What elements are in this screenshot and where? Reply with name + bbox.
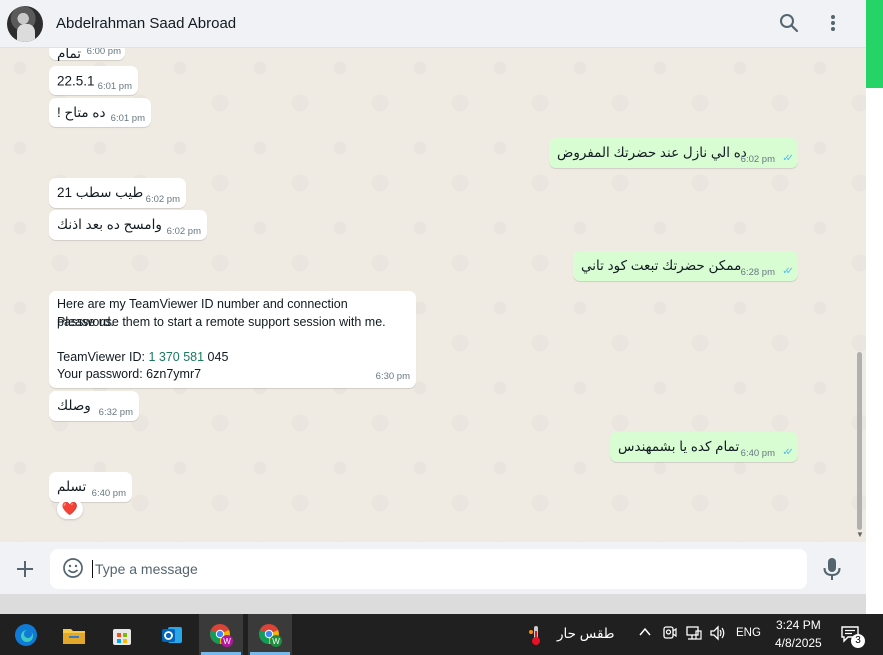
read-ticks-icon: ✓✓ [782,266,794,277]
message-text: وامسح ده بعد اذنك [57,217,162,232]
message-time: 6:01 pm [110,113,145,124]
message-composer [0,542,866,594]
chrome-profile-2-icon[interactable]: W [248,614,292,655]
chat-scrollbar[interactable] [857,352,862,530]
clock-date[interactable]: 4/8/2025 [775,636,822,650]
teamviewer-id-link[interactable]: 1 370 581 [148,350,204,364]
notification-count-badge: 3 [851,634,865,648]
menu-dots-icon[interactable] [820,10,846,36]
teamviewer-password: Your password: 6zn7ymr7 [57,367,202,381]
message-text: ممكن حضرتك تبعت كود تاني [581,258,742,273]
message-spacer [57,331,408,349]
sticker-emoji-icon[interactable] [62,557,84,579]
message-bubble[interactable]: تمام 6:00 pm [49,48,125,61]
window-bottom-band [0,594,866,614]
message-bubble-outgoing[interactable]: ده الي نازل عند حضرتك المفروض 6:02 pm ✓✓ [549,138,798,168]
message-bubble[interactable]: وامسح ده بعد اذنك 6:02 pm [49,210,207,240]
message-time: 6:30 pm [375,370,410,382]
volume-icon[interactable] [709,625,727,644]
message-time: 6:28 pm [740,267,775,278]
file-explorer-icon[interactable] [52,614,96,655]
message-text: تمام كده يا بشمهندس [618,439,740,454]
svg-text:W: W [272,637,280,646]
teamviewer-message[interactable]: Here are my TeamViewer ID number and con… [49,291,416,388]
message-text: طيب سطب 21 [57,185,144,200]
teamviewer-id-suffix: 045 [204,349,229,364]
search-icon[interactable] [776,10,802,36]
chrome-profile-icon[interactable]: W [199,614,243,655]
message-time: 6:02 pm [740,154,775,165]
text-caret [92,560,93,578]
chat-area[interactable]: تمام 6:00 pm 22.5.1 6:01 pm ده متاح ! 6:… [0,48,866,542]
outlook-icon[interactable] [150,614,194,655]
message-time: 6:02 pm [166,226,201,237]
message-time: 6:02 pm [145,194,180,205]
language-indicator[interactable]: ENG [736,627,761,639]
message-bubble[interactable]: تسلم 6:40 pm [49,472,132,502]
store-icon[interactable] [100,614,144,655]
message-time: 6:40 pm [91,488,126,499]
message-text: ده الي نازل عند حضرتك المفروض [557,145,747,160]
message-time: 6:40 pm [740,448,775,459]
message-bubble[interactable]: وصلك 6:32 pm [49,391,139,421]
chat-header: Abdelrahman Saad Abroad [0,0,866,48]
show-hidden-icons-icon[interactable] [638,625,652,642]
heart-reaction[interactable]: ❤️ [57,499,83,519]
edge-icon[interactable] [4,614,48,655]
message-time: 6:32 pm [98,407,133,418]
message-text: 22.5.1 [57,73,95,88]
message-text: ده متاح ! [57,104,106,120]
read-ticks-icon: ✓✓ [782,447,794,458]
read-ticks-icon: ✓✓ [782,153,794,164]
message-bubble[interactable]: 22.5.1 6:01 pm [49,66,138,95]
message-input[interactable] [50,549,807,589]
scroll-down-arrow-icon[interactable]: ▼ [856,530,864,539]
attach-plus-icon[interactable] [12,556,38,582]
message-text: تمام [57,48,82,61]
camera-icon[interactable] [662,625,678,644]
contact-avatar[interactable] [7,5,43,42]
message-bubble-outgoing[interactable]: تمام كده يا بشمهندس 6:40 pm ✓✓ [610,432,798,462]
weather-text[interactable]: طقس حار [557,626,615,642]
message-text: Here are my TeamViewer ID number and con… [57,297,348,329]
teamviewer-id-line: TeamViewer ID: 1 370 581 045 [57,349,408,367]
svg-text:W: W [223,637,231,646]
message-bubble[interactable]: ده متاح ! 6:01 pm [49,98,151,127]
message-time: 6:01 pm [97,81,132,92]
message-bubble[interactable]: طيب سطب 21 6:02 pm [49,178,186,208]
thermometer-icon[interactable] [528,624,544,651]
contact-name[interactable]: Abdelrahman Saad Abroad [56,15,236,32]
message-text: Please use them to start a remote suppor… [57,314,386,329]
side-strip [866,0,883,614]
taskbar: W W طقس حار ENG 3:24 PM 4/8/2025 3 [0,614,883,655]
message-time: 6:00 pm [86,48,121,57]
message-text: وصلك [57,398,91,413]
microphone-icon[interactable] [820,556,844,582]
teamviewer-id-label: TeamViewer ID: [57,349,149,364]
message-bubble-outgoing[interactable]: ممكن حضرتك تبعت كود تاني 6:28 pm ✓✓ [573,251,798,281]
network-icon[interactable] [686,625,702,644]
message-text: تسلم [57,479,87,494]
clock-time[interactable]: 3:24 PM [776,618,821,632]
